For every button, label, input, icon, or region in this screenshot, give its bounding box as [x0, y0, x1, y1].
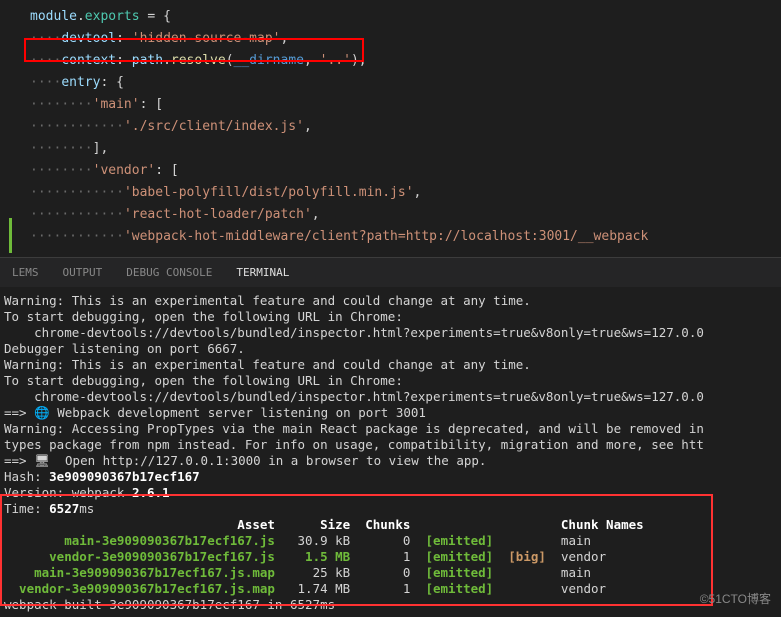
terminal-line: To start debugging, open the following U…: [4, 309, 777, 325]
code-line: ····devtool: 'hidden-source-map',: [0, 28, 781, 50]
table-row: main-3e909090367b17ecf167.js 30.9 kB 0 […: [4, 533, 777, 549]
code-line: ············'./src/client/index.js',: [0, 116, 781, 138]
terminal-line: Debugger listening on port 6667.: [4, 341, 777, 357]
table-row: vendor-3e909090367b17ecf167.js 1.5 MB 1 …: [4, 549, 777, 565]
terminal-line: types package from npm instead. For info…: [4, 437, 777, 453]
terminal-line: ==> 🌐 Webpack development server listeni…: [4, 405, 777, 421]
code-line: ········'vendor': [: [0, 160, 781, 182]
terminal-line: Warning: This is an experimental feature…: [4, 357, 777, 373]
hash-line: Hash: 3e909090367b17ecf167: [4, 469, 777, 485]
code-line: ····context: path.resolve(__dirname, '..…: [0, 50, 781, 72]
code-line: ············'babel-polyfill/dist/polyfil…: [0, 182, 781, 204]
code-line: ············'webpack-hot-middleware/clie…: [0, 226, 781, 248]
code-line: module.exports = {: [0, 6, 781, 28]
code-line: ············'react-hot-loader/patch',: [0, 204, 781, 226]
table-row: vendor-3e909090367b17ecf167.js.map 1.74 …: [4, 581, 777, 597]
terminal-line: ==> 🖥 Open http://127.0.0.1:3000 in a br…: [4, 453, 777, 469]
terminal-line: chrome-devtools://devtools/bundled/inspe…: [4, 325, 777, 341]
table-header-row: Asset Size Chunks Chunk Names: [4, 517, 777, 533]
code-editor[interactable]: module.exports = {····devtool: 'hidden-s…: [0, 0, 781, 257]
panel-tabbar: LEMSOUTPUTDEBUG CONSOLETERMINAL: [0, 257, 781, 287]
table-row: main-3e909090367b17ecf167.js.map 25 kB 0…: [4, 565, 777, 581]
terminal-line: Warning: This is an experimental feature…: [4, 293, 777, 309]
tab-lems[interactable]: LEMS: [0, 258, 51, 288]
code-line: ········'main': [: [0, 94, 781, 116]
tab-debug-console[interactable]: DEBUG CONSOLE: [114, 258, 224, 288]
terminal-panel[interactable]: Warning: This is an experimental feature…: [0, 287, 781, 617]
time-line: Time: 6527ms: [4, 501, 777, 517]
gutter-indicator: [9, 218, 12, 253]
watermark: ©51CTO博客: [700, 591, 771, 607]
tab-output[interactable]: OUTPUT: [51, 258, 115, 288]
terminal-line: To start debugging, open the following U…: [4, 373, 777, 389]
code-line: ········],: [0, 138, 781, 160]
webpack-footer: webpack built 3e909090367b17ecf167 in 65…: [4, 597, 777, 613]
tab-terminal[interactable]: TERMINAL: [224, 258, 301, 288]
code-line: ····entry: {: [0, 72, 781, 94]
terminal-line: chrome-devtools://devtools/bundled/inspe…: [4, 389, 777, 405]
terminal-line: Warning: Accessing PropTypes via the mai…: [4, 421, 777, 437]
version-line: Version: webpack 2.6.1: [4, 485, 777, 501]
